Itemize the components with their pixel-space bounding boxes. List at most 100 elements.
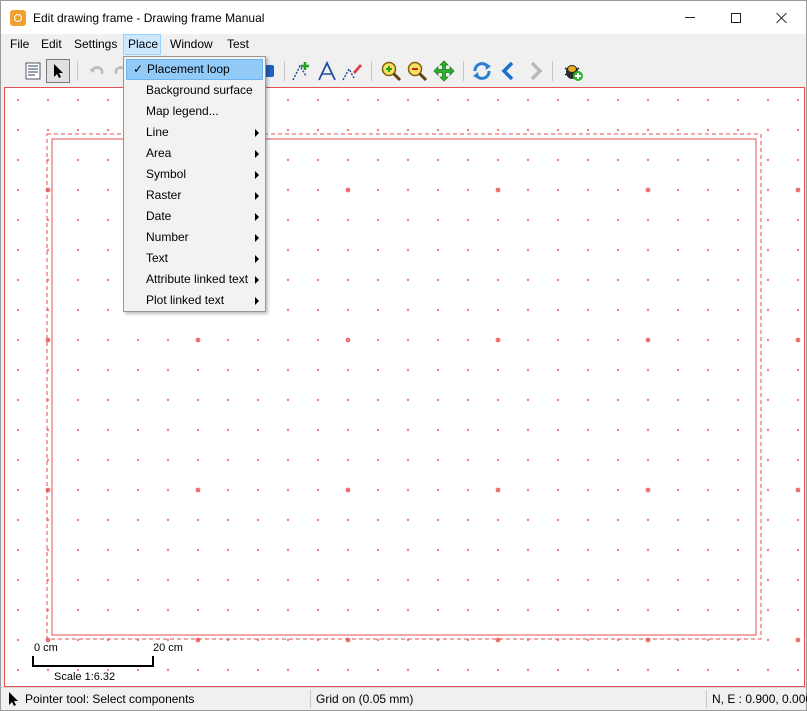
grid-dot	[436, 188, 440, 192]
grid-dot	[766, 548, 770, 552]
grid-dot	[16, 278, 20, 282]
grid-dot	[706, 188, 710, 192]
grid-dot	[796, 578, 800, 582]
grid-dot	[556, 548, 560, 552]
grid-dot	[556, 398, 560, 402]
grid-dot	[286, 188, 290, 192]
grid-dot	[526, 668, 530, 672]
grid-dot	[646, 128, 650, 132]
grid-dot	[196, 428, 200, 432]
grid-dot	[196, 578, 200, 582]
grid-dot	[166, 578, 170, 582]
grid-dot	[346, 548, 350, 552]
menu-item-text[interactable]: Text	[126, 248, 263, 269]
add-line-point-button[interactable]	[290, 59, 314, 83]
grid-dot	[736, 158, 740, 162]
grid-dot	[106, 428, 110, 432]
test-button[interactable]	[561, 59, 585, 83]
grid-dot	[646, 428, 650, 432]
grid-dot	[316, 128, 320, 132]
grid-dot	[736, 218, 740, 222]
minimize-button[interactable]	[667, 1, 713, 34]
grid-dot	[286, 368, 290, 372]
grid-dot	[286, 578, 290, 582]
grid-dot	[256, 608, 260, 612]
menu-item-area[interactable]: Area	[126, 143, 263, 164]
status-grid-text: Grid on (0.05 mm)	[316, 692, 414, 706]
status-bar: Pointer tool: Select components Grid on …	[1, 687, 807, 710]
grid-dot	[136, 668, 140, 672]
menu-item-symbol[interactable]: Symbol	[126, 164, 263, 185]
grid-dot	[196, 458, 200, 462]
pointer-icon	[54, 64, 63, 78]
menu-edit[interactable]: Edit	[37, 34, 66, 55]
menu-item-raster[interactable]: Raster	[126, 185, 263, 206]
major-grid-dot	[795, 187, 801, 193]
grid-dot	[286, 128, 290, 132]
menu-item-placement-loop[interactable]: ✓ Placement loop	[126, 59, 263, 80]
grid-dot	[406, 428, 410, 432]
menu-window[interactable]: Window	[166, 34, 217, 55]
grid-dot	[76, 368, 80, 372]
grid-dot	[346, 218, 350, 222]
grid-dot	[166, 668, 170, 672]
forward-icon	[530, 61, 543, 81]
refresh-button[interactable]	[470, 59, 494, 83]
grid-dot	[76, 518, 80, 522]
grid-dot	[76, 608, 80, 612]
menu-settings[interactable]: Settings	[70, 34, 121, 55]
close-button[interactable]	[759, 1, 805, 34]
grid-dot	[766, 458, 770, 462]
grid-dot	[676, 518, 680, 522]
grid-dot	[316, 518, 320, 522]
pointer-tool-button[interactable]	[46, 59, 70, 83]
menu-file[interactable]: File	[6, 34, 33, 55]
menu-item-label: Raster	[146, 188, 182, 202]
text-tool-button[interactable]	[315, 59, 339, 83]
back-button[interactable]	[497, 59, 521, 83]
menu-item-number[interactable]: Number	[126, 227, 263, 248]
properties-button[interactable]	[21, 59, 45, 83]
menu-item-line[interactable]: Line	[126, 122, 263, 143]
menu-item-label: Area	[146, 146, 172, 160]
menu-place[interactable]: Place	[123, 34, 161, 55]
maximize-button[interactable]	[713, 1, 759, 34]
grid-dot	[586, 458, 590, 462]
grid-dot	[16, 368, 20, 372]
grid-dot	[796, 128, 800, 132]
grid-dot	[466, 398, 470, 402]
menu-item-attribute-linked-text[interactable]: Attribute linked text	[126, 269, 263, 290]
zoom-out-button[interactable]	[405, 59, 429, 83]
grid-dot	[676, 458, 680, 462]
grid-dot	[106, 548, 110, 552]
menu-item-date[interactable]: Date	[126, 206, 263, 227]
grid-dot	[766, 188, 770, 192]
edit-text-button[interactable]	[340, 59, 364, 83]
grid-dot	[316, 368, 320, 372]
grid-dot	[286, 278, 290, 282]
undo-button[interactable]	[85, 59, 109, 83]
grid-dot	[76, 428, 80, 432]
forward-button[interactable]	[523, 59, 547, 83]
menu-item-label: Date	[146, 209, 172, 223]
menu-item-background-surface[interactable]: Background surface	[126, 80, 263, 101]
pan-button[interactable]	[432, 59, 456, 83]
grid-dot	[166, 488, 170, 492]
grid-dot	[526, 158, 530, 162]
menu-test[interactable]: Test	[223, 34, 253, 55]
grid-dot	[646, 458, 650, 462]
zoom-in-button[interactable]	[379, 59, 403, 83]
grid-dot	[286, 218, 290, 222]
grid-dot	[556, 368, 560, 372]
menu-item-map-legend[interactable]: Map legend...	[126, 101, 263, 122]
grid-dot	[226, 578, 230, 582]
grid-dot	[316, 458, 320, 462]
menu-item-plot-linked-text[interactable]: Plot linked text	[126, 290, 263, 311]
grid-dot	[76, 128, 80, 132]
grid-dot	[286, 458, 290, 462]
grid-dot	[556, 578, 560, 582]
grid-dot	[166, 518, 170, 522]
grid-dot	[226, 608, 230, 612]
grid-dot	[376, 548, 380, 552]
grid-dot	[586, 278, 590, 282]
